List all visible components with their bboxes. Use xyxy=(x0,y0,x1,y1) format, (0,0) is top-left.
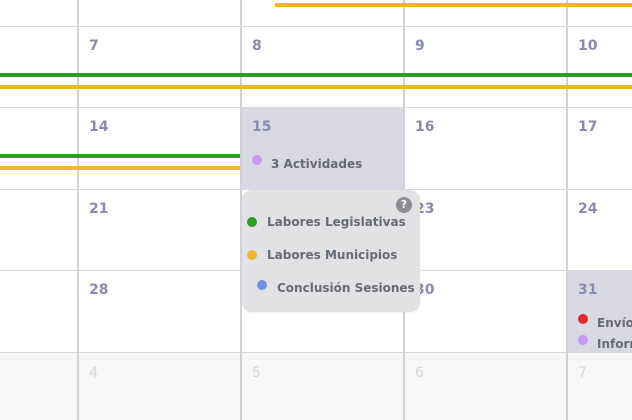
event-label[interactable]: Envío xyxy=(597,316,632,330)
grid-line xyxy=(0,107,632,108)
day-number: 24 xyxy=(578,201,598,217)
day-number-next-month: 7 xyxy=(578,365,587,381)
day-number: 15 xyxy=(252,119,272,135)
day-number: 14 xyxy=(89,119,109,135)
event-bar-yellow[interactable] xyxy=(0,166,240,170)
event-bar-green[interactable] xyxy=(0,73,632,77)
event-dot-red xyxy=(578,314,588,324)
popup-item-label[interactable]: Labores Municipios xyxy=(267,248,397,262)
day-number: 8 xyxy=(252,38,262,54)
popup-item-label[interactable]: Labores Legislativas xyxy=(267,215,406,229)
calendar-month-view: 7 8 9 10 14 15 16 17 21 23 24 28 30 31 4… xyxy=(0,0,632,420)
day-number: 9 xyxy=(415,38,425,54)
day-number-next-month: 5 xyxy=(252,365,261,381)
grid-line xyxy=(0,352,632,353)
event-bar-yellow[interactable] xyxy=(275,3,632,7)
grid-line xyxy=(566,0,568,420)
next-month-row xyxy=(0,352,632,420)
day-number: 28 xyxy=(89,282,109,298)
day-number: 7 xyxy=(89,38,99,54)
day-number: 21 xyxy=(89,201,109,217)
day-number-next-month: 6 xyxy=(415,365,424,381)
event-label[interactable]: Inforr xyxy=(597,337,632,351)
event-bar-green[interactable] xyxy=(0,154,240,158)
day-number: 31 xyxy=(578,282,598,298)
event-dot-blue xyxy=(257,280,267,290)
activities-summary[interactable]: 3 Actividades xyxy=(271,157,362,171)
popup-item-label[interactable]: Conclusión Sesiones xyxy=(277,281,415,295)
day-number: 10 xyxy=(578,38,598,54)
day-number-next-month: 4 xyxy=(89,365,98,381)
activities-popup: ? Labores Legislativas Labores Municipio… xyxy=(242,190,420,312)
grid-line xyxy=(77,0,79,420)
event-bar-yellow[interactable] xyxy=(0,85,632,89)
help-icon[interactable]: ? xyxy=(396,197,412,213)
day-number: 17 xyxy=(578,119,598,135)
event-dot-purple xyxy=(578,335,588,345)
event-dot-purple xyxy=(252,155,262,165)
event-dot-yellow xyxy=(247,250,257,260)
day-number: 16 xyxy=(415,119,435,135)
event-dot-green xyxy=(247,217,257,227)
grid-line xyxy=(0,26,632,27)
